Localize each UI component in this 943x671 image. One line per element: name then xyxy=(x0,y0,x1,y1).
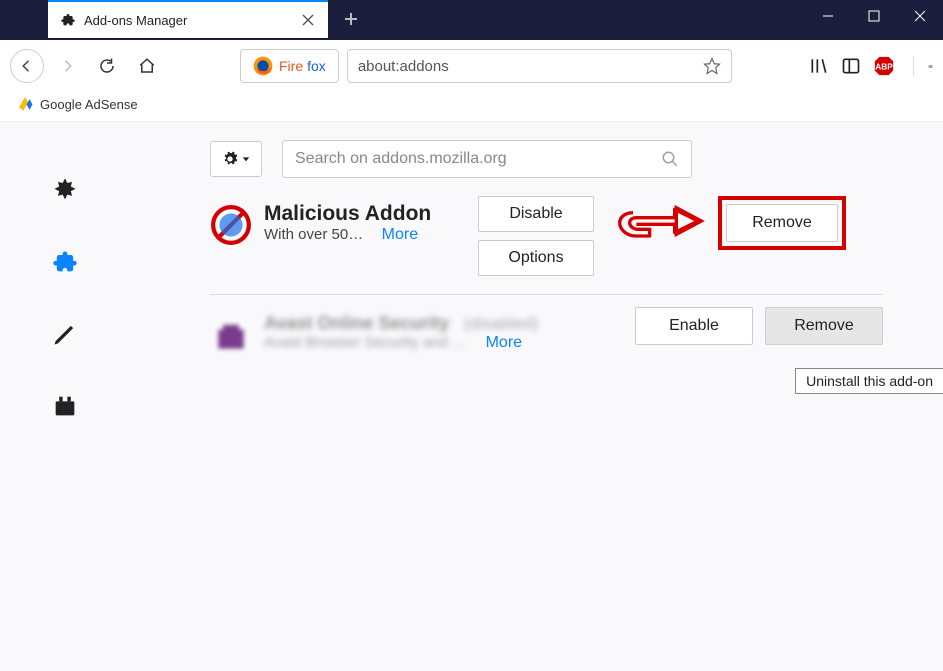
tab-title: Add-ons Manager xyxy=(84,13,300,28)
disable-button[interactable]: Disable xyxy=(478,196,594,232)
firefox-logo-icon xyxy=(253,56,273,76)
bookmark-label: Google AdSense xyxy=(40,97,138,112)
browser-tab[interactable]: Add-ons Manager xyxy=(48,0,328,38)
library-icon[interactable] xyxy=(809,56,829,76)
window-titlebar: Add-ons Manager xyxy=(0,0,943,40)
sidebar-themes[interactable] xyxy=(47,316,83,352)
identity-brand-b: fox xyxy=(307,58,326,74)
annotation-hand-pointer-icon xyxy=(608,196,708,246)
url-input[interactable] xyxy=(358,58,703,75)
addon-name: Malicious Addon xyxy=(264,202,464,226)
sidebar-plugins[interactable] xyxy=(47,388,83,424)
identity-brand-a: Fire xyxy=(279,58,303,74)
window-close-button[interactable] xyxy=(897,0,943,32)
remove-button[interactable]: Remove xyxy=(726,204,838,242)
identity-box[interactable]: Firefox xyxy=(240,49,339,83)
navigation-toolbar: Firefox ABP xyxy=(0,40,943,92)
addons-content: Malicious Addon With over 50… More Disab… xyxy=(0,122,943,671)
addon-info: Avast Online Security (disabled) Avast B… xyxy=(264,307,564,352)
tools-gear-button[interactable] xyxy=(210,141,262,177)
search-icon xyxy=(661,150,679,168)
home-button[interactable] xyxy=(130,49,164,83)
sidebar-extensions[interactable] xyxy=(47,244,83,280)
hamburger-menu-button[interactable] xyxy=(913,56,933,76)
addon-description: Avast Browser Security and … xyxy=(264,334,467,351)
addons-search[interactable] xyxy=(282,140,692,178)
forward-button[interactable] xyxy=(50,49,84,83)
toolbar-right: ABP xyxy=(809,55,933,77)
new-tab-button[interactable] xyxy=(336,4,366,34)
tab-favicon-puzzle-icon xyxy=(60,12,76,28)
sidebar-icon[interactable] xyxy=(841,56,861,76)
addon-row-malicious: Malicious Addon With over 50… More Disab… xyxy=(210,192,883,295)
addons-main: Malicious Addon With over 50… More Disab… xyxy=(130,122,943,671)
adsense-icon xyxy=(16,94,34,115)
addon-description: With over 50… xyxy=(264,226,363,243)
tooltip-uninstall: Uninstall this add-on xyxy=(795,368,943,394)
addon-more-link[interactable]: More xyxy=(382,226,418,243)
addon-icon-generic xyxy=(210,315,252,357)
bookmarks-bar: Google AdSense xyxy=(0,92,943,122)
addon-icon-blocked xyxy=(210,204,252,246)
category-sidebar xyxy=(0,122,130,671)
addon-more-link[interactable]: More xyxy=(486,334,522,351)
addon-name: Avast Online Security xyxy=(264,313,449,333)
addon-row-avast: Avast Online Security (disabled) Avast B… xyxy=(210,295,883,375)
addon-disabled-tag: (disabled) xyxy=(464,314,539,333)
window-minimize-button[interactable] xyxy=(805,0,851,32)
sidebar-recommendations[interactable] xyxy=(47,172,83,208)
options-button[interactable]: Options xyxy=(478,240,594,276)
window-controls xyxy=(805,0,943,32)
adblock-plus-icon[interactable]: ABP xyxy=(873,55,895,77)
back-button[interactable] xyxy=(10,49,44,83)
remove-button[interactable]: Remove xyxy=(765,307,883,345)
reload-button[interactable] xyxy=(90,49,124,83)
addon-info: Malicious Addon With over 50… More xyxy=(264,196,464,244)
url-container: Firefox xyxy=(240,49,732,83)
tab-close-button[interactable] xyxy=(300,12,316,28)
bookmark-star-icon[interactable] xyxy=(703,57,721,75)
addons-search-input[interactable] xyxy=(295,150,661,168)
addon-buttons-row: Enable Remove xyxy=(635,307,883,345)
svg-text:ABP: ABP xyxy=(875,63,893,72)
enable-button[interactable]: Enable xyxy=(635,307,753,345)
window-maximize-button[interactable] xyxy=(851,0,897,32)
gear-icon xyxy=(222,151,238,167)
bookmark-google-adsense[interactable]: Google AdSense xyxy=(10,92,144,121)
addons-topbar xyxy=(210,140,883,178)
caret-down-icon xyxy=(242,155,250,163)
annotation-highlight-box: Remove xyxy=(718,196,846,250)
url-bar[interactable] xyxy=(347,49,732,83)
addon-buttons-col: Disable Options xyxy=(478,196,594,276)
